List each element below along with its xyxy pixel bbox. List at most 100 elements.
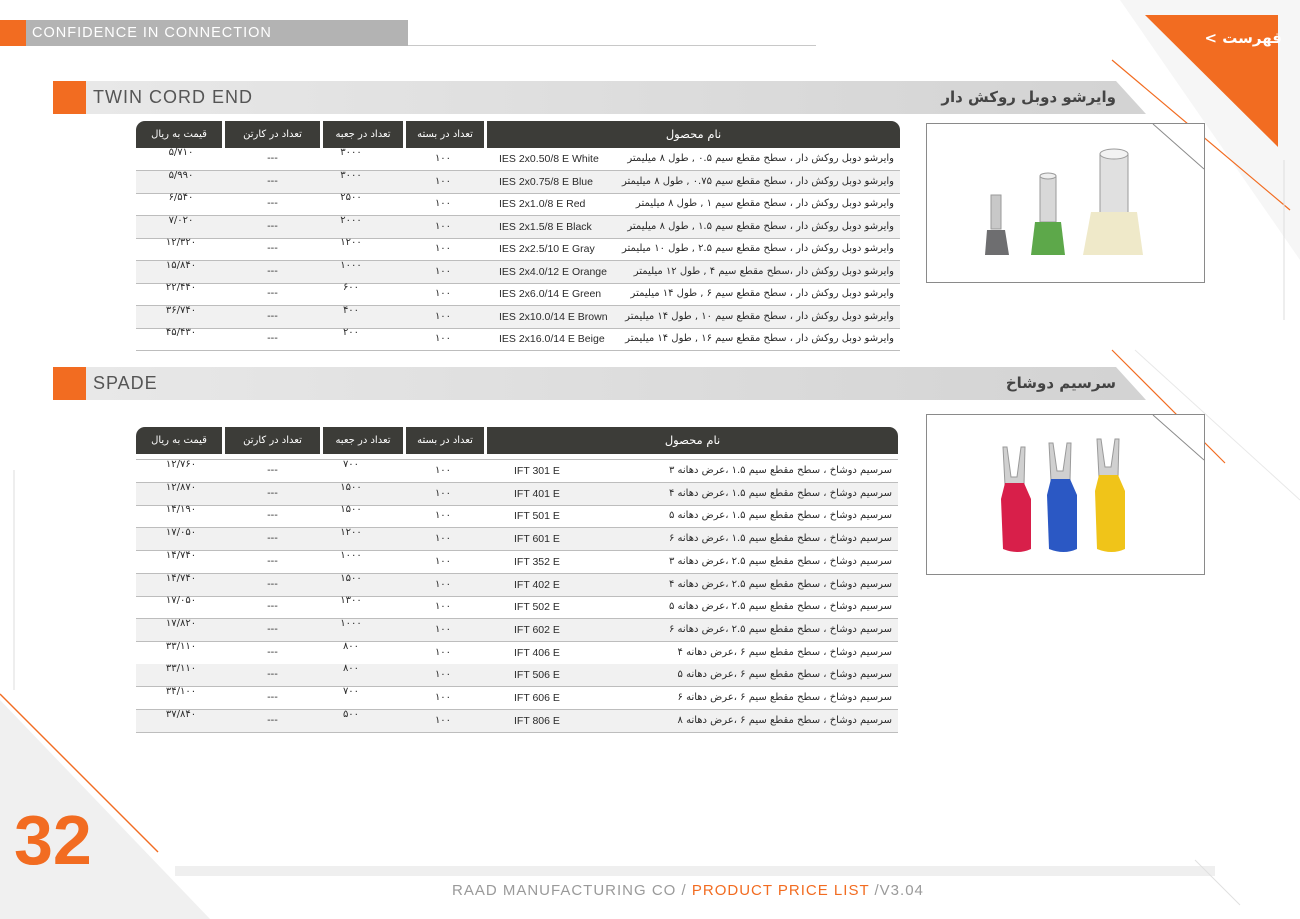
- pack-cell: ۱۰۰: [434, 510, 452, 522]
- section1-table: قیمت به ریال تعداد در کارتن تعداد در جعب…: [136, 121, 900, 353]
- table-row: ۳۷/۸۴۰ --- ۵۰۰ ۱۰۰ IFT 806 E سرسیم دوشاخ ، سط…: [136, 709, 898, 733]
- product-name-cell: سرسیم دوشاخ ، سطح مقطع سیم ۶ ،عرض دهانه …: [677, 692, 892, 703]
- box-cell: ۵۰۰: [342, 708, 360, 720]
- table-row: ۱۷/۰۵۰ --- ۱۲۰۰ ۱۰۰ IFT 601 E سرسیم دوشاخ ، س…: [136, 527, 898, 552]
- pack-cell: ۱۰۰: [434, 669, 452, 681]
- table-row: ۵/۹۹۰ --- ۳۰۰۰ ۱۰۰ IES 2x0.75/8 E Blue وایرشو…: [136, 170, 900, 194]
- price-cell: ۳۴/۱۰۰: [165, 686, 197, 697]
- section2-table-header: قیمت به ریال تعداد در کارتن تعداد در جعب…: [136, 427, 898, 454]
- section2-bar-tip: [1116, 367, 1146, 400]
- price-cell: ۱۲/۷۶۰: [165, 459, 197, 470]
- table-row: ۱۴/۷۴۰ --- ۱۵۰۰ ۱۰۰ IFT 402 E سرسیم دوشاخ ، س…: [136, 573, 898, 597]
- pack-cell: ۱۰۰: [434, 198, 452, 209]
- code-cell: IES 2x16.0/14 E Beige: [499, 333, 605, 345]
- table-row: ۳۳/۱۱۰ --- ۸۰۰ ۱۰۰ IFT 506 E سرسیم دوشاخ ، سط…: [136, 663, 898, 688]
- product-name-cell: وایرشو دوبل روکش دار ، سطح مقطع سیم ۰.۷۵…: [622, 175, 894, 187]
- page-number: 32: [14, 801, 92, 879]
- box-cell: ۴۰۰: [342, 304, 360, 316]
- code-cell: IFT 606 E: [514, 692, 560, 704]
- product-name-cell: سرسیم دوشاخ ، سطح مقطع سیم ۲.۵ ،عرض دهان…: [668, 578, 892, 590]
- header-accent-block: [0, 20, 26, 46]
- pack-cell: ۱۰۰: [434, 153, 452, 164]
- box-cell: ۸۰۰: [342, 663, 360, 675]
- col-box-header: تعداد در جعبه: [335, 435, 391, 446]
- col-pack-header: تعداد در بسته: [417, 435, 473, 446]
- code-cell: IFT 502 E: [514, 601, 560, 614]
- section1-accent: [53, 81, 86, 114]
- price-cell: ۱۷/۰۵۰: [165, 595, 197, 607]
- box-cell: ۱۵۰۰: [340, 481, 362, 493]
- product-name-cell: سرسیم دوشاخ ، سطح مقطع سیم ۶ ،عرض دهانه …: [677, 646, 892, 658]
- pack-cell: ۱۰۰: [434, 465, 452, 476]
- code-cell: IES 2x10.0/14 E Brown: [499, 310, 608, 323]
- code-cell: IFT 402 E: [514, 578, 560, 591]
- box-cell: ۱۲۰۰: [340, 527, 362, 539]
- product-name-cell: وایرشو دوبل روکش دار ، سطح مقطع سیم ۱۶ ,…: [625, 333, 894, 344]
- product-name-cell: سرسیم دوشاخ ، سطح مقطع سیم ۲.۵ ،عرض دهان…: [668, 555, 892, 567]
- product-name-cell: سرسیم دوشاخ ، سطح مقطع سیم ۱.۵ ،عرض دهان…: [668, 533, 892, 545]
- box-cell: ۳۰۰۰: [340, 147, 362, 158]
- pack-cell: ۱۰۰: [434, 714, 452, 726]
- box-cell: ۶۰۰: [342, 282, 360, 293]
- table-row: ۴۵/۴۳۰ --- ۲۰۰ ۱۰۰ IES 2x16.0/14 E Beige وایر…: [136, 327, 900, 351]
- table-row: ۳۴/۱۰۰ --- ۷۰۰ ۱۰۰ IFT 606 E سرسیم دوشاخ ، سط…: [136, 686, 898, 710]
- header-divider: [408, 45, 816, 46]
- header-tagline: CONFIDENCE IN CONNECTION: [32, 25, 272, 41]
- table-row: ۱۷/۸۲۰ --- ۱۰۰۰ ۱۰۰ IFT 602 E سرسیم دوشاخ ، س…: [136, 618, 898, 642]
- product-name-cell: سرسیم دوشاخ ، سطح مقطع سیم ۱.۵ ،عرض دهان…: [668, 465, 892, 476]
- box-cell: ۱۲۰۰: [340, 237, 362, 248]
- price-cell: ۱۷/۸۲۰: [165, 617, 197, 629]
- index-link[interactable]: فهرست >: [1186, 24, 1282, 52]
- col-price-header: قیمت به ریال: [151, 435, 207, 446]
- pack-cell: ۱۰۰: [434, 220, 452, 232]
- section2-product-photo: [926, 414, 1205, 575]
- box-cell: ۸۰۰: [342, 640, 360, 652]
- code-cell: IES 2x2.5/10 E Gray: [499, 243, 595, 255]
- table-row: ۱۲/۳۲۰ --- ۱۲۰۰ ۱۰۰ IES 2x2.5/10 E Gray وایرش…: [136, 237, 900, 261]
- code-cell: IFT 301 E: [514, 465, 560, 477]
- footer-doc-title: PRODUCT PRICE LIST: [691, 882, 870, 899]
- product-name-cell: وایرشو دوبل روکش دار ،سطح مقطع سیم ۴ , ط…: [633, 265, 894, 277]
- table-row: ۷/۰۲۰ --- ۲۰۰۰ ۱۰۰ IES 2x1.5/8 E Black وایرشو…: [136, 215, 900, 239]
- price-cell: ۱۷/۰۵۰: [165, 527, 197, 539]
- table-row: ۵/۷۱۰ --- ۳۰۰۰ ۱۰۰ IES 2x0.50/8 E White وایرش…: [136, 147, 900, 171]
- table-row: ۱۲/۸۷۰ --- ۱۵۰۰ ۱۰۰ IFT 401 E سرسیم دوشاخ ، س…: [136, 482, 898, 506]
- pack-cell: ۱۰۰: [434, 623, 452, 635]
- code-cell: IFT 352 E: [514, 555, 560, 568]
- pack-cell: ۱۰۰: [434, 243, 452, 254]
- section1-title-en: TWIN CORD END: [93, 87, 253, 107]
- code-cell: IES 2x0.75/8 E Blue: [499, 175, 593, 188]
- table-row: ۳۶/۷۴۰ --- ۴۰۰ ۱۰۰ IES 2x10.0/14 E Brown وایر…: [136, 305, 900, 329]
- section1-bar-tip: [1116, 81, 1146, 114]
- price-cell: ۱۵/۸۴۰: [165, 259, 197, 271]
- pack-cell: ۱۰۰: [434, 288, 452, 299]
- box-cell: ۷۰۰: [342, 686, 360, 697]
- section1-title-fa: وایرشو دوبل روکش دار: [941, 88, 1116, 106]
- price-cell: ۱۲/۸۷۰: [165, 481, 197, 493]
- product-name-cell: سرسیم دوشاخ ، سطح مقطع سیم ۲.۵ ،عرض دهان…: [668, 623, 892, 635]
- col-name-header: نام محصول: [665, 127, 722, 141]
- product-name-cell: سرسیم دوشاخ ، سطح مقطع سیم ۱.۵ ،عرض دهان…: [668, 510, 892, 522]
- product-name-cell: وایرشو دوبل روکش دار ، سطح مقطع سیم ۰.۵ …: [627, 153, 894, 164]
- price-cell: ۲۲/۴۴۰: [165, 282, 197, 293]
- code-cell: IFT 602 E: [514, 623, 560, 636]
- pack-cell: ۱۰۰: [434, 533, 452, 545]
- box-cell: ۷۰۰: [342, 459, 360, 470]
- code-cell: IFT 601 E: [514, 533, 560, 546]
- product-name-cell: سرسیم دوشاخ ، سطح مقطع سیم ۶ ،عرض دهانه …: [677, 669, 892, 681]
- pack-cell: ۱۰۰: [434, 487, 452, 499]
- box-cell: ۳۰۰۰: [340, 169, 362, 181]
- table-row: ۶/۵۴۰ --- ۲۵۰۰ ۱۰۰ IES 2x1.0/8 E Red وایرشو د…: [136, 192, 900, 216]
- footer-caption: RAAD MANUFACTURING CO / PRODUCT PRICE LI…: [452, 882, 924, 899]
- section2-accent: [53, 367, 86, 400]
- spade-terminals-photo-icon: [1001, 414, 1205, 552]
- price-cell: ۳۳/۱۱۰: [165, 640, 197, 652]
- product-name-cell: وایرشو دوبل روکش دار ، سطح مقطع سیم ۱.۵ …: [627, 220, 894, 232]
- pack-cell: ۱۰۰: [434, 578, 452, 590]
- price-cell: ۳۳/۱۱۰: [165, 663, 197, 675]
- price-cell: ۵/۹۹۰: [168, 169, 194, 181]
- code-cell: IFT 501 E: [514, 510, 560, 523]
- price-cell: ۱۴/۷۴۰: [165, 549, 197, 561]
- box-cell: ۱۵۰۰: [340, 504, 362, 516]
- pack-cell: ۱۰۰: [434, 692, 452, 703]
